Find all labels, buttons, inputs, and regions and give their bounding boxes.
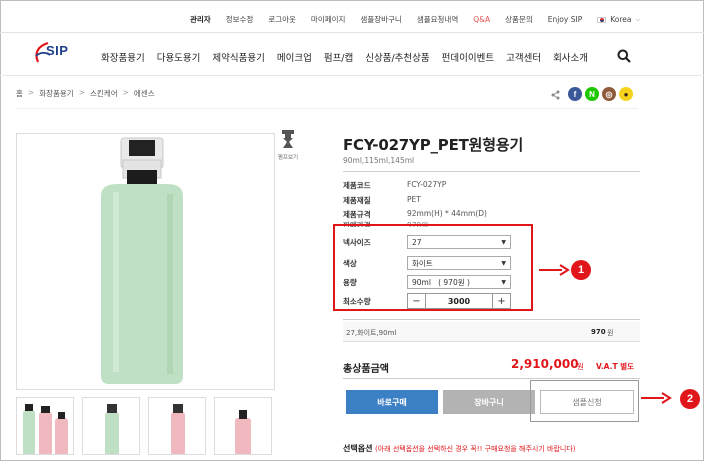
breadcrumb-separator: > — [78, 88, 85, 97]
breadcrumb-separator: > — [122, 88, 129, 97]
nav-fun-day-event[interactable]: 펀데이이벤트 — [442, 50, 494, 64]
selected-option-price: 970 — [591, 328, 606, 336]
sample-cart-link[interactable]: 샘플장바구니 — [360, 14, 401, 25]
thumbnail[interactable] — [82, 397, 140, 455]
pump-view-label: 펌프보기 — [277, 155, 299, 161]
nav-company-info[interactable]: 회사소개 — [553, 50, 588, 64]
product-title: FCY-027YP_PET원형용기 — [343, 136, 524, 154]
breadcrumb-home[interactable]: 홈 — [16, 88, 23, 99]
total-unit: 원 — [577, 362, 584, 371]
thumbnail-image — [235, 410, 251, 454]
buy-now-button[interactable]: 바로구매 — [346, 390, 438, 414]
arrow-right-icon — [539, 264, 570, 276]
info-divider — [343, 171, 640, 172]
kakao-story-icon[interactable]: ◎ — [602, 87, 616, 101]
thumbnail-strip — [16, 397, 272, 455]
top-divider — [0, 32, 704, 33]
nav-cosmetic-containers[interactable]: 화장품용기 — [101, 50, 145, 64]
arrow-right-icon — [641, 392, 672, 404]
thumbnail[interactable] — [214, 397, 272, 455]
sample-request-button[interactable]: 샘플신청 — [540, 390, 634, 414]
callout-badge-2: 2 — [680, 389, 700, 409]
callout-badge-1: 1 — [571, 260, 591, 280]
facebook-icon[interactable]: f — [568, 87, 582, 101]
option-selection-title: 선택옵션 — [343, 444, 373, 453]
main-nav: 화장품용기 다용도용기 제약식품용기 메이크업 펌프/캡 신상품/추천상품 펀데… — [101, 50, 600, 64]
selected-option-name: 27,화이트,90ml — [346, 329, 397, 337]
thumbnail-image — [171, 404, 185, 454]
spec-key: 제품규격 — [343, 210, 371, 219]
bottle-image — [101, 137, 183, 384]
nav-pharma-food-containers[interactable]: 제약식품용기 — [212, 50, 264, 64]
search-icon[interactable] — [617, 49, 631, 63]
korea-flag-icon — [597, 16, 607, 23]
logo-text: SIP — [46, 43, 69, 58]
spec-value: FCY-027YP — [407, 180, 447, 189]
thumbnail[interactable] — [16, 397, 74, 455]
share-icon[interactable] — [551, 90, 560, 100]
mypage-link[interactable]: 마이페이지 — [311, 14, 346, 25]
spec-key: 제품코드 — [343, 181, 371, 190]
selected-option-unit: 원 — [607, 329, 614, 337]
nav-new-recommended[interactable]: 신상품/추천상품 — [365, 50, 429, 64]
nav-makeup[interactable]: 메이크업 — [277, 50, 312, 64]
logout-link[interactable]: 로그아웃 — [268, 14, 296, 25]
vat-note: V.A.T 별도 — [596, 362, 635, 371]
total-price: 2,910,000 — [511, 357, 579, 371]
pump-icon — [282, 130, 294, 148]
spec-row: 제품재질 PET — [343, 195, 421, 206]
thumbnail-image — [105, 404, 119, 454]
nav-pump-cap[interactable]: 펌프/캡 — [324, 50, 353, 64]
chevron-down-icon: ⌵ — [635, 15, 641, 23]
total-divider — [343, 378, 640, 379]
total-label: 총상품금액 — [343, 364, 389, 375]
pump-view-button[interactable]: 펌프보기 — [276, 130, 300, 161]
spec-value: 92mm(H) * 44mm(D) — [407, 209, 487, 218]
sample-request-history-link[interactable]: 샘플요청내역 — [417, 14, 458, 25]
enjoy-sip-link[interactable]: Enjoy SIP — [548, 15, 582, 24]
breadcrumb-essence[interactable]: 에센스 — [134, 88, 155, 99]
language-label: Korea — [610, 15, 632, 24]
spec-row: 제품규격 92mm(H) * 44mm(D) — [343, 209, 487, 220]
breadcrumb-separator: > — [27, 88, 35, 97]
naver-icon[interactable]: N — [585, 87, 599, 101]
language-selector[interactable]: Korea ⌵ — [597, 15, 640, 24]
nav-divider — [0, 75, 704, 76]
option-selection-heading: 선택옵션 (아래 선택옵션을 선택하신 경우 꼭!! 구매요청을 해주시기 바랍… — [343, 443, 576, 454]
product-capacities: 90ml,115ml,145ml — [343, 156, 415, 165]
thumbnail[interactable] — [148, 397, 206, 455]
site-logo[interactable]: SIP — [32, 40, 77, 66]
thumbnail-image — [23, 404, 68, 454]
breadcrumb: 홈 > 화장품용기 > 스킨케어 > 에센스 — [16, 88, 155, 99]
selected-option-line: 27,화이트,90ml 970 원 — [343, 322, 640, 342]
edit-info-link[interactable]: 정보수정 — [226, 14, 254, 25]
breadcrumb-cosmetic[interactable]: 화장품용기 — [39, 88, 74, 99]
spec-value: PET — [407, 195, 421, 204]
top-utility-bar: 관리자 정보수정 로그아웃 마이페이지 샘플장바구니 샘플요청내역 Q&A 상품… — [190, 14, 655, 25]
options-divider — [343, 319, 640, 320]
options-highlight-box — [333, 224, 533, 311]
social-share-buttons: f N ◎ ● — [568, 87, 633, 101]
nav-multipurpose-containers[interactable]: 다용도용기 — [157, 50, 201, 64]
breadcrumb-skincare[interactable]: 스킨케어 — [90, 88, 118, 99]
spec-key: 제품재질 — [343, 196, 371, 205]
option-selection-note: (아래 선택옵션을 선택하신 경우 꼭!! 구매요청을 해주시기 바랍니다) — [375, 445, 576, 453]
nav-customer-center[interactable]: 고객센터 — [506, 50, 541, 64]
add-to-cart-button[interactable]: 장바구니 — [443, 390, 535, 414]
product-inquiry-link[interactable]: 상품문의 — [505, 14, 533, 25]
content-divider — [16, 108, 638, 109]
kakaotalk-icon[interactable]: ● — [619, 87, 633, 101]
spec-row: 제품코드 FCY-027YP — [343, 180, 446, 191]
admin-link[interactable]: 관리자 — [190, 14, 211, 25]
qa-link[interactable]: Q&A — [473, 15, 490, 24]
product-main-image — [16, 133, 275, 390]
